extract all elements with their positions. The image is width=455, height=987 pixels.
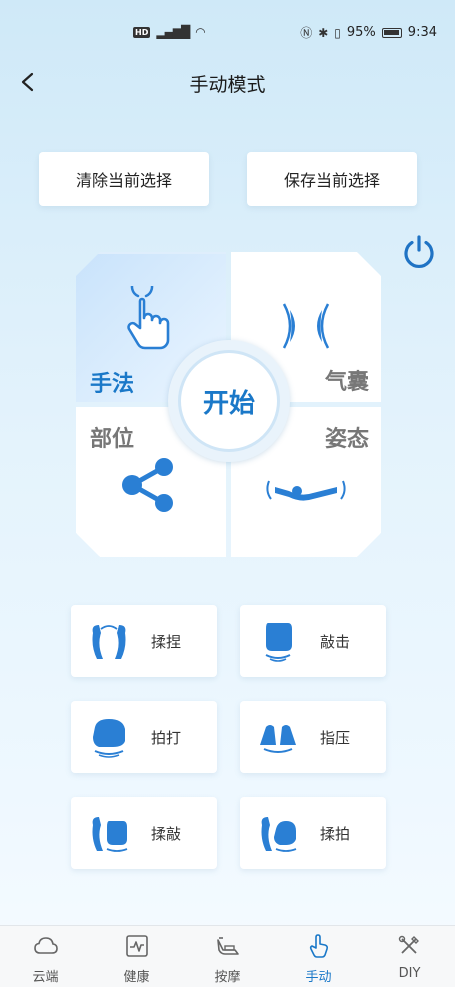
quadrant-label: 手法 — [90, 372, 135, 397]
health-icon — [125, 935, 148, 957]
nav-item-health[interactable]: 健康 — [91, 926, 182, 987]
signal-icon: ▂▄▆█ — [156, 25, 190, 39]
knead-pat-icon — [261, 817, 297, 852]
quadrant-label: 姿态 — [324, 427, 369, 452]
status-bar: HD ▂▄▆█ ◠ Ⓝ ✱ ▯ 95% 9:34 — [0, 0, 455, 66]
technique-label: 揉捏 — [151, 633, 182, 651]
start-button[interactable]: 开始 — [178, 350, 280, 452]
status-left: HD ▂▄▆█ ◠ — [133, 25, 206, 39]
hand-icon — [309, 934, 328, 958]
clock: 9:34 — [407, 25, 437, 40]
nav-item-diy[interactable]: DIY — [364, 926, 455, 987]
header: 手动模式 — [0, 62, 455, 102]
wifi-icon: ◠ — [195, 25, 206, 39]
nav-label: 手动 — [305, 970, 332, 985]
recline-posture-icon — [261, 469, 351, 509]
quadrant-label: 部位 — [90, 427, 135, 452]
airbag-icon — [276, 296, 336, 356]
technique-knead[interactable]: 揉捏 — [71, 605, 217, 677]
status-right: Ⓝ ✱ ▯ 95% 9:34 — [300, 24, 437, 41]
technique-knead-tap[interactable]: 揉敲 — [71, 797, 217, 869]
knead-icon — [92, 625, 126, 659]
technique-label: 揉拍 — [320, 825, 351, 843]
page-title: 手动模式 — [189, 74, 266, 96]
nav-label: DIY — [398, 966, 421, 981]
technique-shiatsu[interactable]: 指压 — [240, 701, 386, 773]
knead-tap-icon — [92, 817, 128, 852]
nav-item-manual[interactable]: 手动 — [273, 926, 364, 987]
technique-label: 拍打 — [151, 729, 182, 747]
technique-label: 敲击 — [320, 633, 351, 651]
vibrate-icon: ▯ — [334, 25, 341, 40]
power-icon — [404, 235, 434, 268]
hand-tap-icon — [127, 286, 170, 350]
shiatsu-icon — [260, 725, 296, 753]
quadrant-label: 气囊 — [324, 370, 369, 395]
technique-tap[interactable]: 敲击 — [240, 605, 386, 677]
massage-chair-icon — [216, 937, 239, 955]
clear-selection-button[interactable]: 清除当前选择 — [39, 152, 209, 206]
bottom-nav: 云端 健康 按摩 手动 DIY — [0, 925, 455, 987]
pat-icon — [93, 719, 125, 758]
bluetooth-icon: ✱ — [318, 25, 329, 40]
battery-percent: 95% — [346, 25, 376, 40]
technique-label: 指压 — [320, 729, 351, 747]
share-icon — [116, 453, 180, 517]
control-panel: 手法 气囊 部位 姿态 开始 — [76, 252, 381, 556]
technique-label: 揉敲 — [151, 825, 182, 843]
save-selection-button[interactable]: 保存当前选择 — [247, 152, 417, 206]
nav-label: 云端 — [32, 970, 59, 985]
nav-label: 按摩 — [214, 970, 241, 985]
hd-badge: HD — [133, 26, 151, 38]
cloud-icon — [33, 937, 58, 954]
battery-icon — [381, 27, 402, 38]
power-button[interactable] — [400, 233, 438, 271]
tap-icon — [265, 623, 292, 662]
nfc-icon: Ⓝ — [300, 26, 313, 40]
nav-item-massage[interactable]: 按摩 — [182, 926, 273, 987]
technique-pat[interactable]: 拍打 — [71, 701, 217, 773]
tools-icon — [398, 935, 419, 954]
technique-knead-pat[interactable]: 揉拍 — [240, 797, 386, 869]
nav-label: 健康 — [123, 970, 150, 985]
nav-item-cloud[interactable]: 云端 — [0, 926, 91, 987]
